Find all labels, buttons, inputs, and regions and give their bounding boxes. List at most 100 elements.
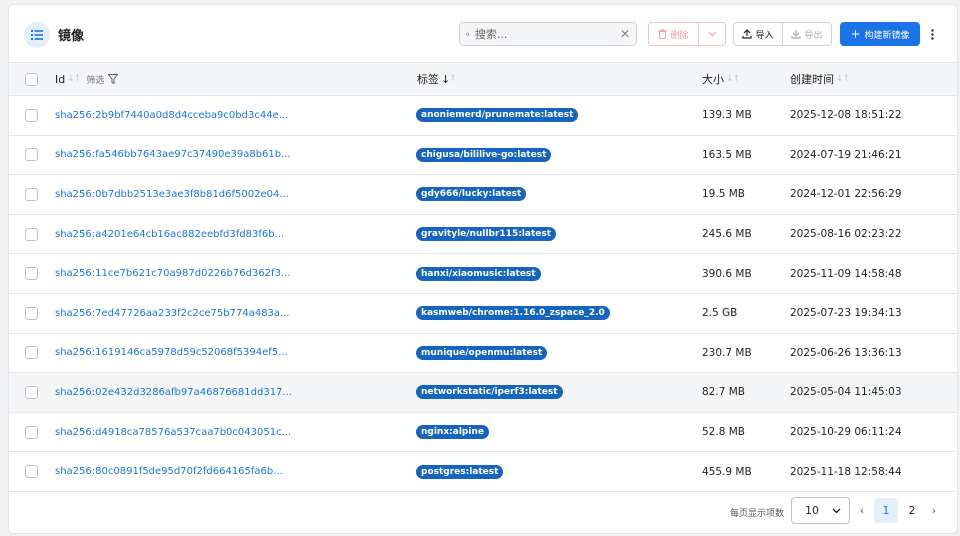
per-page-label: 每页显示项数 [730,509,785,519]
table-row[interactable]: sha256:0b7dbb2513e3ae3f8b81d6f5002e04...… [9,175,957,215]
sort-icon[interactable]: ↓↑ [67,74,81,84]
search-box[interactable]: ✕ [459,22,637,46]
image-id-link[interactable]: sha256:7ed47726aa233f2c2ce75b774a483a... [55,308,290,319]
image-size: 163.5 MB [702,148,752,161]
image-size: 52.8 MB [702,426,745,439]
export-button[interactable]: 导出 [782,23,831,45]
download-icon [791,30,802,39]
image-tag: networkstatic/iperf3:latest [416,385,563,400]
delete-label: 删除 [670,30,689,41]
image-size: 2.5 GB [702,307,738,320]
row-checkbox[interactable] [25,306,38,320]
row-checkbox[interactable] [25,267,38,281]
image-tag: nginx:alpine [416,425,489,440]
sort-icon[interactable]: ↓↑ [726,74,740,84]
clear-icon[interactable]: ✕ [620,27,630,41]
filter-label[interactable]: 筛选 [86,73,104,86]
import-label: 导入 [755,30,774,41]
image-id-link[interactable]: sha256:2b9bf7440a0d8d4cceba9c0bd3c44e... [55,110,288,121]
image-tag: postgres:latest [416,464,504,479]
column-tags-label: 标签 [417,73,439,86]
image-id-link[interactable]: sha256:11ce7b621c70a987d0226b76d362f3... [55,268,290,279]
row-checkbox[interactable] [25,187,38,201]
upload-icon [742,29,753,39]
image-created: 2024-07-19 21:46:21 [790,148,902,161]
delete-dropdown-button[interactable] [698,23,725,45]
image-size: 139.3 MB [702,109,752,122]
sort-icon[interactable]: ↓↑ [836,74,850,84]
table-body: sha256:2b9bf7440a0d8d4cceba9c0bd3c44e...… [9,96,957,492]
prev-page-button[interactable]: ‹ [857,498,867,523]
select-all-checkbox[interactable] [25,72,38,86]
row-checkbox[interactable] [25,148,38,162]
table-row[interactable]: sha256:02e432d3286afb97a46876681dd317...… [9,373,957,413]
image-id-link[interactable]: sha256:80c0891f5de95d70f2fd664165fa6b... [55,466,283,477]
column-created-label: 创建时间 [790,73,834,86]
import-export-group: 导入 导出 [733,22,832,46]
table-row[interactable]: sha256:80c0891f5de95d70f2fd664165fa6b...… [9,452,957,492]
page-2-button[interactable]: 2 [902,498,922,523]
delete-button-group: 删除 [648,22,726,46]
table-row[interactable]: sha256:11ce7b621c70a987d0226b76d362f3...… [9,254,957,294]
import-button[interactable]: 导入 [734,23,782,45]
build-label: 构建新镜像 [864,30,910,41]
image-size: 82.7 MB [702,386,745,399]
row-checkbox[interactable] [25,108,38,122]
search-input[interactable] [474,27,620,41]
table-row[interactable]: sha256:d4918ca78576a537caa7b0c043051c...… [9,413,957,453]
search-icon [466,32,470,36]
image-tag: hanxi/xiaomusic:latest [416,266,541,281]
table-header: Id ↓↑ 筛选 标签 ↓ ↑ 大小 ↓↑ 创建时间 ↓↑ [9,62,957,96]
sort-icon[interactable]: ↑ [449,74,456,84]
image-tag: gdy666/lucky:latest [416,187,527,202]
image-id-link[interactable]: sha256:a4201e64cb16ac882eebfd3fd83f6b... [55,229,284,240]
row-checkbox[interactable] [25,425,38,439]
more-options-icon[interactable] [926,25,938,43]
column-tags[interactable]: 标签 ↓ ↑ [417,63,457,95]
image-id-link[interactable]: sha256:02e432d3286afb97a46876681dd317... [55,387,292,398]
build-image-button[interactable]: + 构建新镜像 [840,22,920,46]
row-checkbox[interactable] [25,465,38,479]
row-checkbox[interactable] [25,385,38,399]
table-row[interactable]: sha256:1619146ca5978d59c52068f5394ef5...… [9,334,957,374]
page-1-button[interactable]: 1 [874,498,898,523]
image-created: 2024-12-01 22:56:29 [790,188,902,201]
trash-icon [658,29,668,39]
image-id-link[interactable]: sha256:1619146ca5978d59c52068f5394ef5... [55,347,288,358]
image-created: 2025-11-18 12:58:44 [790,465,902,478]
row-checkbox[interactable] [25,227,38,241]
column-size-label: 大小 [702,73,724,86]
image-created: 2025-07-23 19:34:13 [790,307,902,320]
column-size[interactable]: 大小 ↓↑ [702,63,740,95]
image-tag: gravityle/nullbr115:latest [416,227,557,242]
table-row[interactable]: sha256:fa546bb7643ae97c37490e39a8b61b...… [9,136,957,176]
image-size: 455.9 MB [702,465,752,478]
column-id-label: Id [55,72,66,86]
pagination-bar: 每页显示项数 10 ‹ 1 2 › [9,492,957,533]
images-panel: 镜像 ✕ 删除 [8,4,958,534]
image-created: 2025-12-08 18:51:22 [790,109,902,122]
image-created: 2025-05-04 11:45:03 [790,386,902,399]
per-page-select[interactable]: 10 [791,497,850,524]
row-checkbox[interactable] [25,346,38,360]
column-created[interactable]: 创建时间 ↓↑ [790,63,850,95]
image-created: 2025-06-26 13:36:13 [790,346,902,359]
table-row[interactable]: sha256:a4201e64cb16ac882eebfd3fd83f6b...… [9,215,957,255]
filter-icon[interactable] [108,74,119,84]
column-id[interactable]: Id ↓↑ 筛选 [55,63,119,95]
per-page-value: 10 [805,504,819,517]
image-size: 19.5 MB [702,188,745,201]
image-id-link[interactable]: sha256:0b7dbb2513e3ae3f8b81d6f5002e04... [55,189,289,200]
next-page-button[interactable]: › [929,498,939,523]
image-created: 2025-08-16 02:23:22 [790,228,902,241]
image-id-link[interactable]: sha256:d4918ca78576a537caa7b0c043051c... [55,427,291,438]
sort-down-icon[interactable]: ↓ [441,73,450,86]
image-id-link[interactable]: sha256:fa546bb7643ae97c37490e39a8b61b... [55,149,291,160]
toolbar: 镜像 ✕ 删除 [9,5,957,62]
plus-icon: + [850,27,861,41]
chevron-down-icon [832,508,841,513]
table-row[interactable]: sha256:2b9bf7440a0d8d4cceba9c0bd3c44e...… [9,96,957,136]
delete-button[interactable]: 删除 [649,23,698,45]
table-row[interactable]: sha256:7ed47726aa233f2c2ce75b774a483a...… [9,294,957,334]
image-size: 245.6 MB [702,228,752,241]
